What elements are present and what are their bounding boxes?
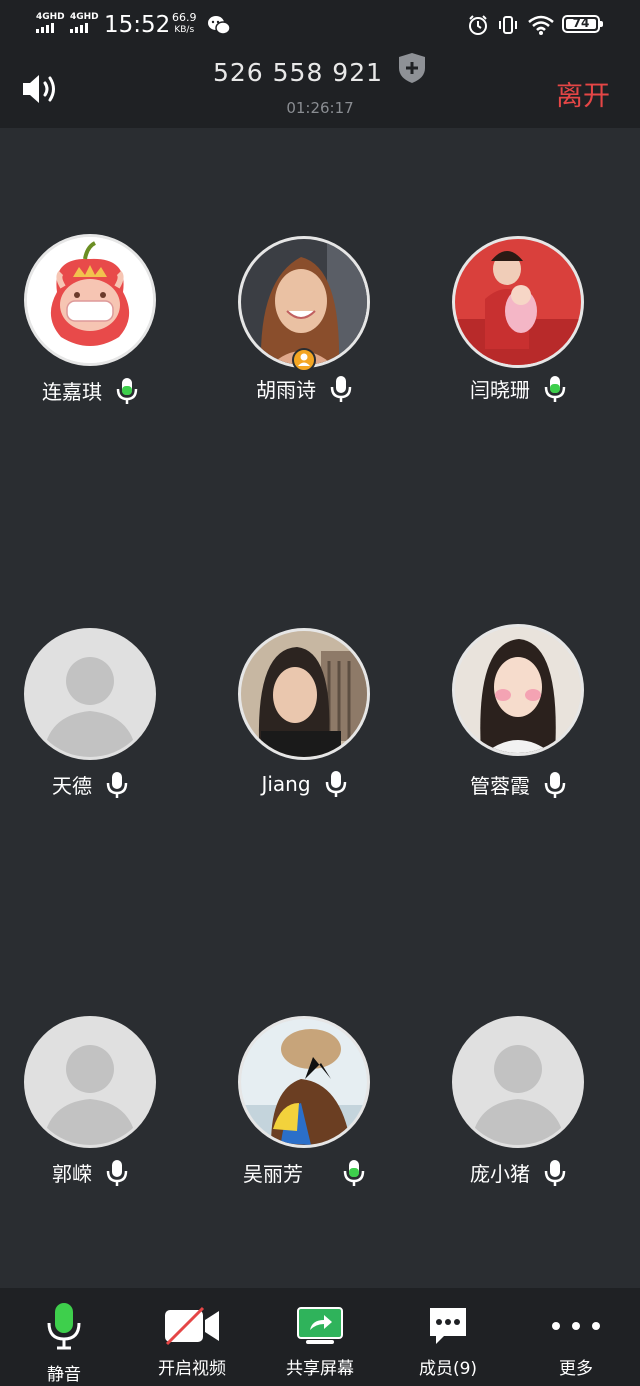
mic-icon bbox=[544, 771, 566, 798]
participant-name: 闫晓珊 bbox=[470, 378, 530, 402]
avatar bbox=[452, 1016, 584, 1148]
mic-icon bbox=[544, 1159, 566, 1186]
mic-active-icon bbox=[116, 377, 138, 404]
mic-icon bbox=[325, 771, 346, 797]
participant-name: 胡雨诗 bbox=[256, 378, 316, 402]
participant-tile[interactable]: 天德 bbox=[0, 628, 180, 818]
chat-bubble-icon bbox=[384, 1302, 512, 1350]
speed-value: 66.9 bbox=[172, 11, 197, 24]
person-photo-icon bbox=[455, 627, 581, 753]
meeting-id-area[interactable]: 526 558 921 bbox=[0, 53, 640, 90]
more-label: 更多 bbox=[559, 1359, 593, 1379]
mic-active-icon bbox=[0, 1302, 128, 1350]
more-dots-icon bbox=[512, 1302, 640, 1350]
mute-button[interactable]: 静音 bbox=[0, 1288, 128, 1386]
share-screen-icon bbox=[256, 1302, 384, 1350]
alarm-icon bbox=[466, 12, 490, 38]
avatar bbox=[24, 628, 156, 760]
participant-name: 管蓉霞 bbox=[470, 774, 530, 798]
participant-tile[interactable]: 闫晓珊 bbox=[428, 234, 608, 424]
status-bar: 4GHD 4GHD 15:52 66.9 KB/s 74 bbox=[0, 0, 640, 50]
leave-button[interactable]: 离开 bbox=[556, 74, 610, 113]
avatar bbox=[24, 234, 156, 366]
more-button[interactable]: 更多 bbox=[512, 1288, 640, 1386]
battery-indicator: 74 bbox=[562, 15, 603, 33]
default-user-icon bbox=[43, 1045, 137, 1145]
participant-name: 庞小猪 bbox=[470, 1162, 530, 1186]
person-photo-icon bbox=[241, 239, 367, 365]
video-off-icon bbox=[128, 1302, 256, 1350]
avatar bbox=[452, 624, 584, 756]
avatar bbox=[238, 628, 370, 760]
participant-tile[interactable]: 郭嵘 bbox=[0, 1016, 180, 1206]
mic-icon bbox=[330, 375, 352, 402]
cartoon-pig-avatar-icon bbox=[27, 237, 153, 363]
participant-name: 吴丽芳 bbox=[243, 1162, 303, 1186]
mic-active-icon bbox=[544, 375, 566, 402]
participant-tile[interactable]: 胡雨诗 bbox=[214, 234, 394, 424]
mic-active-icon bbox=[343, 1159, 365, 1186]
participant-name: 连嘉琪 bbox=[42, 380, 102, 404]
wifi-icon bbox=[527, 12, 555, 38]
participant-info: Jiang bbox=[214, 770, 394, 798]
mic-icon bbox=[106, 771, 128, 798]
signal-icon: 4GHD bbox=[36, 12, 65, 33]
default-user-icon bbox=[471, 1045, 565, 1145]
shield-plus-icon[interactable] bbox=[397, 52, 427, 90]
person-photo-icon bbox=[241, 631, 367, 757]
wechat-icon bbox=[206, 12, 232, 38]
participant-info: 闫晓珊 bbox=[428, 374, 608, 403]
participant-info: 胡雨诗 bbox=[214, 374, 394, 403]
participant-tile[interactable]: Jiang bbox=[214, 628, 394, 818]
members-label: 成员(9) bbox=[418, 1359, 478, 1379]
participant-info: 庞小猪 bbox=[428, 1158, 608, 1187]
meeting-id: 526 558 921 bbox=[212, 58, 384, 87]
participant-tile[interactable]: 连嘉琪 bbox=[0, 234, 180, 424]
mic-icon bbox=[106, 1159, 128, 1186]
mute-label: 静音 bbox=[47, 1365, 81, 1385]
avatar bbox=[238, 1016, 370, 1148]
network-type-2: 4GHD bbox=[70, 12, 99, 22]
participant-name: 天德 bbox=[52, 774, 92, 798]
vibrate-icon bbox=[496, 12, 520, 38]
participant-tile[interactable]: 庞小猪 bbox=[428, 1016, 608, 1206]
status-time: 15:52 bbox=[104, 12, 171, 38]
person-photo-icon bbox=[241, 1019, 367, 1145]
share-screen-label: 共享屏幕 bbox=[286, 1359, 354, 1379]
meeting-toolbar: 静音 开启视频 共享屏幕 成员(9) 更多 bbox=[0, 1288, 640, 1386]
start-video-button[interactable]: 开启视频 bbox=[128, 1288, 256, 1386]
signal-icon-2: 4GHD bbox=[70, 12, 99, 33]
participant-info: 天德 bbox=[0, 770, 180, 799]
share-screen-button[interactable]: 共享屏幕 bbox=[256, 1288, 384, 1386]
participant-tile[interactable]: 吴丽芳 bbox=[214, 1016, 394, 1206]
start-video-label: 开启视频 bbox=[158, 1359, 226, 1379]
avatar bbox=[452, 236, 584, 368]
person-photo-icon bbox=[455, 239, 581, 365]
participant-info: 管蓉霞 bbox=[428, 770, 608, 799]
participant-info: 郭嵘 bbox=[0, 1158, 180, 1187]
participant-tile[interactable]: 管蓉霞 bbox=[428, 624, 608, 814]
host-badge bbox=[292, 348, 316, 372]
avatar bbox=[24, 1016, 156, 1148]
battery-level: 74 bbox=[572, 16, 590, 30]
members-button[interactable]: 成员(9) bbox=[384, 1288, 512, 1386]
participant-info: 连嘉琪 bbox=[0, 376, 180, 405]
speed-unit: KB/s bbox=[174, 25, 195, 35]
meeting-timer: 01:26:17 bbox=[286, 99, 354, 117]
host-user-icon bbox=[298, 353, 310, 366]
participant-name: Jiang bbox=[261, 772, 311, 796]
meeting-header: 526 558 921 01:26:17 离开 bbox=[0, 50, 640, 128]
participant-info: 吴丽芳 bbox=[214, 1158, 394, 1187]
network-type-1: 4GHD bbox=[36, 12, 65, 22]
default-user-icon bbox=[43, 657, 137, 757]
network-speed: 66.9 KB/s bbox=[172, 12, 197, 36]
participant-name: 郭嵘 bbox=[52, 1162, 92, 1186]
